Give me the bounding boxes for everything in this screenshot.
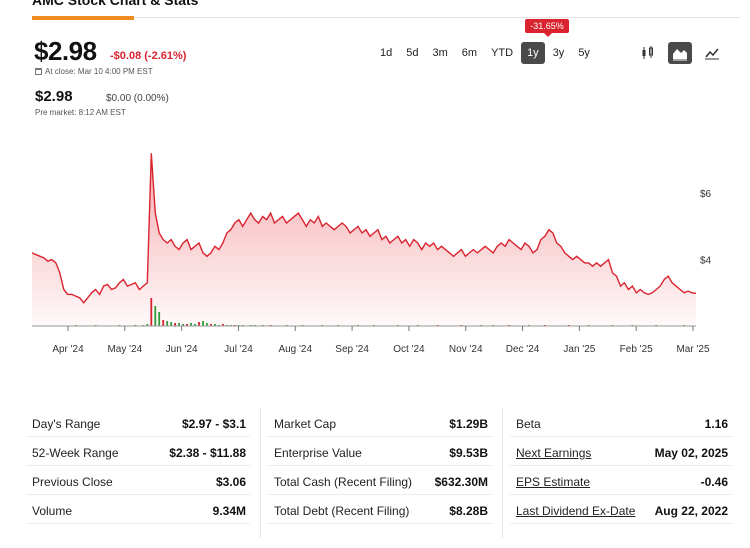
x-tick-label: Mar '25 (676, 344, 709, 355)
stat-label: Day's Range (32, 417, 101, 431)
column-divider (260, 408, 261, 538)
x-tick-label: Oct '24 (393, 344, 425, 355)
stat-value: May 02, 2025 (654, 446, 728, 460)
price-area-fill (32, 153, 696, 326)
y-tick-label: $4 (700, 256, 712, 267)
stat-label: Market Cap (274, 417, 337, 431)
x-tick-label: Jun '24 (166, 344, 198, 355)
x-tick-label: Dec '24 (506, 344, 540, 355)
stat-value: 9.34M (212, 504, 246, 518)
stat-row: Beta 1.16 (510, 408, 732, 437)
volume-bar (158, 312, 161, 326)
stat-row: Total Debt (Recent Filing) $8.28B (268, 495, 492, 524)
volume-bar (150, 298, 153, 326)
stat-row: Volume 9.34M (26, 495, 250, 524)
x-tick-label: Aug '24 (278, 344, 312, 355)
stat-value: -0.46 (700, 475, 728, 489)
stat-row: Day's Range $2.97 - $3.1 (26, 408, 250, 437)
volume-bar (154, 306, 157, 326)
stat-value: $1.29B (449, 417, 488, 431)
x-tick-label: Jul '24 (224, 344, 253, 355)
stat-value: $9.53B (449, 446, 488, 460)
stat-value: $3.06 (215, 475, 246, 489)
stat-row: Last Dividend Ex-Date Aug 22, 2022 (510, 495, 732, 524)
stat-value: $2.38 - $11.88 (169, 446, 246, 460)
x-tick-label: Nov '24 (449, 344, 483, 355)
stat-row: EPS Estimate -0.46 (510, 466, 732, 495)
stat-value: $632.30M (434, 475, 488, 489)
column-divider (502, 408, 503, 538)
stat-value: Aug 22, 2022 (654, 504, 728, 518)
stat-value: 1.16 (704, 417, 728, 431)
volume-bar (170, 322, 173, 326)
stat-value: $8.28B (449, 504, 488, 518)
stat-value: $2.97 - $3.1 (181, 417, 246, 431)
volume-bar (202, 321, 204, 326)
x-tick-label: Jan '25 (563, 344, 595, 355)
stats-table: Day's Range $2.97 - $3.1 52-Week Range $2.… (26, 408, 740, 548)
stat-label: Beta (516, 417, 541, 431)
x-tick-label: Apr '24 (52, 344, 84, 355)
x-axis-ticks: Apr '24 May '24 Jun '24 Jul '24 Aug '24 Sep '… (52, 326, 710, 355)
volume-bar (166, 321, 169, 326)
eps-estimate-link[interactable]: EPS Estimate (516, 475, 590, 489)
stat-label: Previous Close (32, 475, 113, 489)
volume-bar (162, 320, 165, 326)
stat-row: Market Cap $1.29B (268, 408, 492, 437)
stat-label: Enterprise Value (274, 446, 362, 460)
stat-row: 52-Week Range $2.38 - $11.88 (26, 437, 250, 466)
stat-label: 52-Week Range (32, 446, 119, 460)
stat-label: Total Cash (Recent Filing) (274, 475, 413, 489)
stat-row: Previous Close $3.06 (26, 466, 250, 495)
stat-row: Next Earnings May 02, 2025 (510, 437, 732, 466)
stat-label: Volume (32, 504, 73, 518)
next-earnings-link[interactable]: Next Earnings (516, 446, 591, 460)
y-tick-label: $6 (700, 189, 712, 200)
x-tick-label: May '24 (107, 344, 142, 355)
last-dividend-link[interactable]: Last Dividend Ex-Date (516, 504, 635, 518)
price-chart[interactable]: Apr '24 May '24 Jun '24 Jul '24 Aug '24 Sep '… (0, 0, 750, 370)
stat-row: Enterprise Value $9.53B (268, 437, 492, 466)
x-tick-label: Sep '24 (335, 344, 369, 355)
stat-label: Total Debt (Recent Filing) (274, 504, 410, 518)
stat-row: Total Cash (Recent Filing) $632.30M (268, 466, 492, 495)
volume-bar (198, 322, 200, 326)
x-tick-label: Feb '25 (620, 344, 653, 355)
